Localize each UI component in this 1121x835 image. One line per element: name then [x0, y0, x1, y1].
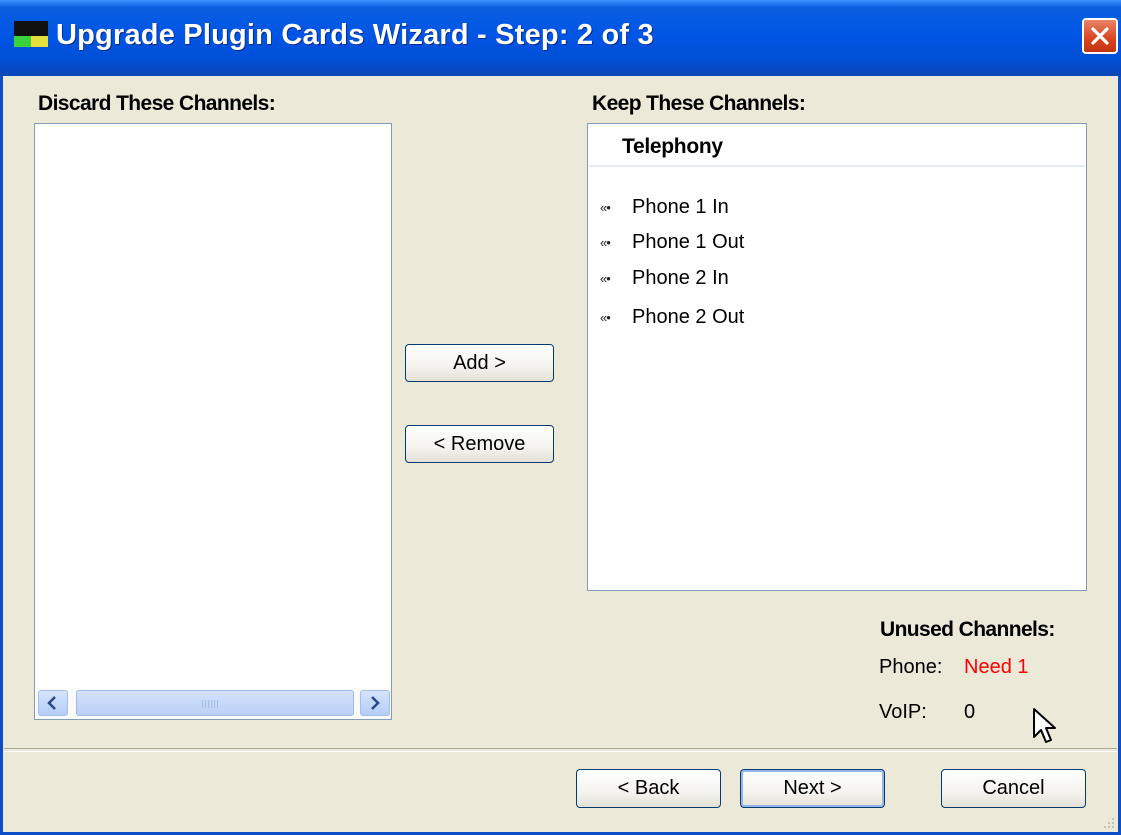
list-item[interactable]: «• Phone 1 In — [600, 196, 729, 224]
keep-channels-label: Keep These Channels: — [592, 92, 806, 115]
column-header-label: Telephony — [622, 135, 723, 158]
footer-separator — [4, 748, 1117, 752]
list-item[interactable]: «• Phone 2 Out — [600, 306, 744, 334]
grip-icon — [202, 700, 218, 708]
unused-channels-title: Unused Channels: — [880, 618, 1055, 641]
next-button-label: Next > — [783, 777, 842, 799]
phone-label: Phone: — [879, 656, 943, 678]
mouse-cursor-icon — [1033, 708, 1056, 743]
title-bar[interactable]: Upgrade Plugin Cards Wizard - Step: 2 of… — [0, 0, 1121, 76]
scroll-left-button[interactable] — [38, 690, 68, 716]
cancel-button-label: Cancel — [982, 777, 1045, 799]
chevron-right-icon — [371, 696, 380, 710]
window-frame — [0, 76, 3, 835]
remove-button[interactable]: < Remove — [405, 425, 554, 463]
scroll-right-button[interactable] — [360, 690, 390, 716]
list-item[interactable]: «• Phone 2 In — [600, 267, 729, 295]
column-header-telephony[interactable]: Telephony — [589, 125, 1085, 167]
add-button[interactable]: Add > — [405, 344, 554, 382]
window-title: Upgrade Plugin Cards Wizard - Step: 2 of… — [56, 19, 654, 51]
channel-icon: «• — [600, 200, 611, 216]
close-button[interactable] — [1082, 18, 1118, 54]
keep-channels-list[interactable]: Telephony «• Phone 1 In «• Phone 1 Out «• P… — [587, 123, 1087, 591]
close-icon — [1091, 27, 1109, 45]
next-button[interactable]: Next > — [740, 769, 885, 808]
horizontal-scrollbar[interactable] — [36, 688, 390, 718]
resize-grip-icon[interactable] — [1100, 814, 1116, 830]
channel-icon: «• — [600, 235, 611, 251]
remove-button-label: < Remove — [433, 433, 526, 455]
back-button-label: < Back — [617, 777, 680, 799]
back-button[interactable]: < Back — [576, 769, 721, 808]
channel-icon: «• — [600, 310, 611, 326]
list-item-label: Phone 1 Out — [632, 231, 745, 254]
list-item-label: Phone 2 Out — [632, 306, 745, 329]
voip-value: 0 — [964, 701, 976, 723]
discard-channels-list[interactable] — [34, 123, 392, 720]
list-item-label: Phone 2 In — [632, 267, 729, 290]
scroll-thumb[interactable] — [76, 690, 354, 716]
discard-channels-label: Discard These Channels: — [38, 92, 276, 115]
phone-value: Need 1 — [964, 656, 1029, 678]
voip-label: VoIP: — [879, 701, 927, 723]
add-button-label: Add > — [453, 352, 506, 374]
list-item-label: Phone 1 In — [632, 196, 729, 219]
channel-icon: «• — [600, 271, 611, 287]
list-item[interactable]: «• Phone 1 Out — [600, 231, 744, 259]
chevron-left-icon — [47, 696, 56, 710]
cancel-button[interactable]: Cancel — [941, 769, 1086, 808]
app-icon — [14, 21, 48, 47]
